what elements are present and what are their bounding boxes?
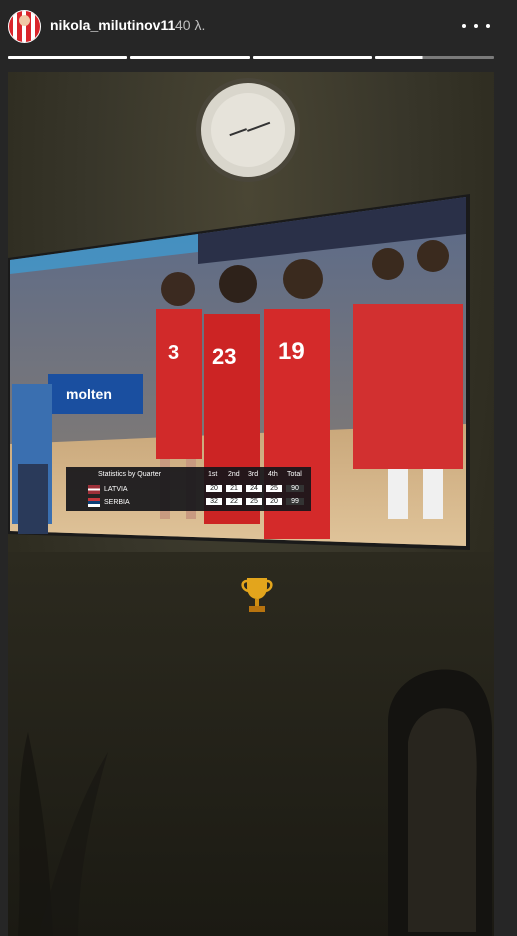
more-options-icon[interactable]	[462, 16, 490, 36]
story-photo[interactable]: molten 3 23 19 Statistics by Quarter 1st…	[8, 72, 494, 936]
col-3rd: 3rd	[248, 471, 259, 478]
story-progress-bar	[8, 56, 494, 59]
total-score: 90	[286, 485, 304, 492]
svg-text:23: 23	[212, 344, 236, 369]
quarter-score: 22	[226, 498, 242, 505]
wall-clock	[196, 78, 300, 182]
quarter-score: 25	[246, 498, 262, 505]
quarter-score: 21	[226, 485, 242, 492]
team-name: SERBIA	[104, 499, 130, 506]
trophy-icon	[241, 578, 273, 612]
latvia-flag	[88, 485, 100, 494]
quarter-score: 32	[206, 498, 222, 505]
scoreboard-title: Statistics by Quarter	[98, 471, 162, 478]
total-score: 99	[286, 498, 304, 505]
story-header: nikola_milutinov11 40 λ.	[0, 0, 517, 58]
chair-silhouette	[388, 669, 492, 936]
svg-text:molten: molten	[66, 386, 112, 402]
col-1st: 1st	[208, 471, 218, 478]
team-name: LATVIA	[104, 486, 128, 493]
quarter-score: 20	[206, 485, 222, 492]
svg-text:19: 19	[278, 338, 305, 365]
plant-silhouette	[18, 732, 108, 936]
svg-text:3: 3	[168, 342, 179, 364]
col-2nd: 2nd	[228, 471, 240, 478]
progress-segment-current	[374, 56, 494, 59]
quarter-score: 24	[246, 485, 262, 492]
serbia-flag	[88, 498, 100, 507]
quarter-score: 20	[266, 498, 282, 505]
col-total: Total	[287, 471, 302, 478]
progress-segment	[252, 56, 372, 59]
progress-segment	[130, 56, 250, 59]
progress-segment	[8, 56, 128, 59]
username[interactable]: nikola_milutinov11	[50, 17, 175, 33]
scoreboard: Statistics by Quarter 1st 2nd 3rd 4th To…	[66, 467, 311, 511]
scoreboard-row: SERBIA 32 22 25 20 99	[66, 497, 311, 509]
avatar[interactable]	[8, 10, 41, 43]
quarter-score: 25	[266, 485, 282, 492]
col-4th: 4th	[268, 471, 278, 478]
post-time: 40 λ.	[175, 17, 206, 33]
scoreboard-row: LATVIA 20 21 24 25 90	[66, 484, 311, 496]
